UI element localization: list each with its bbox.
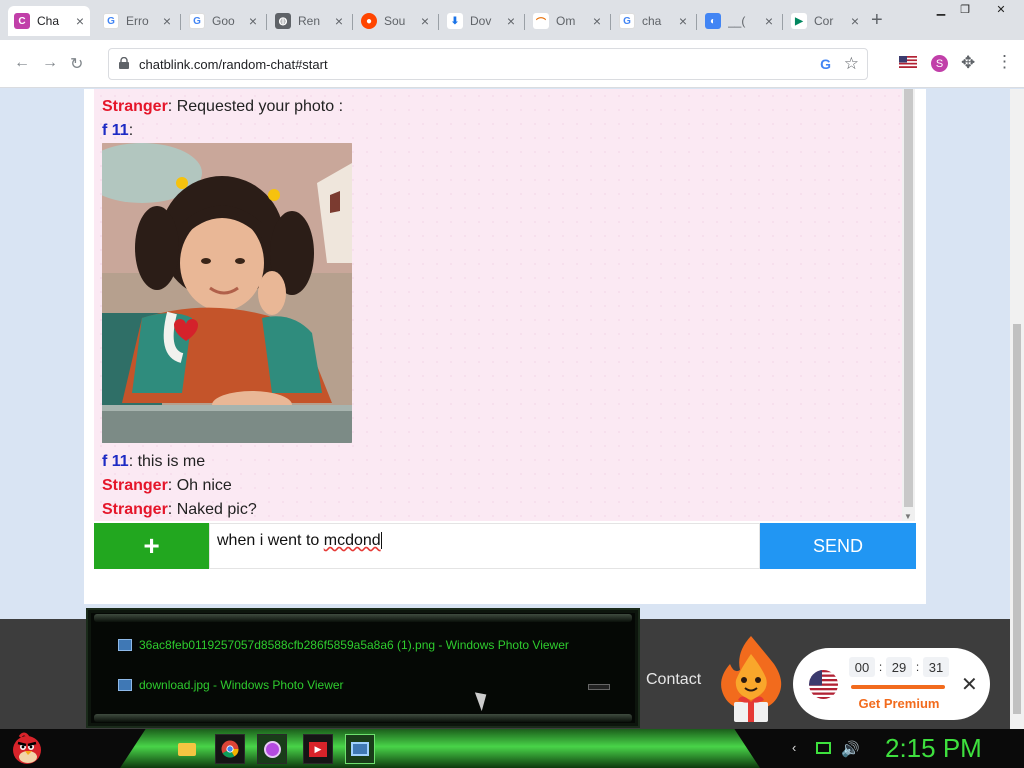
close-window-button[interactable]: ✕ [986, 0, 1016, 18]
misspelled-word: mcdond [323, 532, 381, 549]
url-text: chatblink.com/random-chat#start [139, 57, 328, 72]
get-premium-link[interactable]: Get Premium [849, 696, 949, 711]
flyout-window-item[interactable]: 36ac8feb0119257057d8588cfb286f5859a5a8a6… [118, 638, 569, 652]
google-icon: G [619, 13, 635, 29]
s-extension-icon[interactable]: S [931, 55, 948, 72]
send-button[interactable]: SEND [760, 523, 916, 569]
reload-icon[interactable]: ↻ [70, 54, 83, 74]
browser-tab-strip: C Cha × G Erro × G Goo × ◍ Ren × ● Sou ×… [0, 0, 1024, 40]
tab-cha-search[interactable]: G cha × [613, 6, 693, 36]
volume-icon[interactable]: 🔊 [841, 740, 860, 758]
globe-icon: ◍ [275, 13, 291, 29]
puzzle-extensions-icon[interactable]: ✥ [961, 53, 975, 73]
us-flag-icon [809, 670, 838, 699]
shared-photo[interactable] [102, 143, 352, 443]
timer-minutes: 29 [886, 657, 912, 677]
play-store-icon: ▶ [791, 13, 807, 29]
photo-viewer-taskbar-icon[interactable] [345, 734, 375, 764]
contact-link[interactable]: Contact [646, 671, 701, 689]
restore-window-button[interactable]: ❐ [952, 0, 978, 18]
taskbar-clock[interactable]: 2:15 PM [885, 733, 982, 764]
close-tab-icon[interactable]: × [851, 13, 859, 29]
photo-viewer-icon [118, 679, 132, 691]
text-caret [380, 532, 382, 550]
chat-message: f 11: this is me [102, 453, 206, 470]
tab-chatblink[interactable]: C Cha × [8, 6, 90, 36]
google-icon[interactable]: G [820, 56, 831, 72]
timer-seconds: 31 [923, 657, 949, 677]
close-icon[interactable]: ✕ [961, 672, 978, 697]
close-tab-icon[interactable]: × [163, 13, 171, 29]
tab-lens[interactable]: ◐ __( × [699, 6, 779, 36]
chat-input-row: + when i went to mcdond SEND [94, 523, 916, 569]
chat-message: f 11: [102, 122, 134, 139]
tab-error[interactable]: G Erro × [97, 6, 177, 36]
google-icon: G [103, 13, 119, 29]
tab-ren[interactable]: ◍ Ren × [269, 6, 349, 36]
browser-toolbar: ← → ↻ chatblink.com/random-chat#start G … [0, 40, 1024, 88]
file-explorer-icon[interactable] [172, 734, 202, 764]
back-icon[interactable]: ← [14, 54, 30, 72]
tab-om[interactable]: ⌒ Om × [527, 6, 607, 36]
tab-download[interactable]: ⬇ Dov × [441, 6, 521, 36]
add-media-button[interactable]: + [94, 523, 209, 569]
chat-scrollbar[interactable]: ▼ [902, 89, 915, 521]
chatblink-icon: C [14, 13, 30, 29]
us-flag-extension-icon[interactable] [899, 56, 917, 68]
address-bar[interactable]: chatblink.com/random-chat#start G ☆ [108, 48, 868, 80]
close-tab-icon[interactable]: × [679, 13, 687, 29]
angry-bird-start-icon[interactable] [10, 731, 44, 765]
menu-kebab-icon[interactable]: ⋮ [996, 52, 1013, 72]
chat-message: Stranger: Oh nice [102, 477, 232, 494]
tray-display-icon[interactable] [816, 742, 831, 754]
google-icon: G [189, 13, 205, 29]
page-scrollbar[interactable] [1010, 89, 1024, 729]
tray-chevron-icon[interactable]: ‹ [792, 740, 796, 755]
timer-hours: 00 [849, 657, 875, 677]
close-tab-icon[interactable]: × [421, 13, 429, 29]
flyout-window-item[interactable]: download.jpg - Windows Photo Viewer [118, 678, 344, 692]
tab-reddit[interactable]: ● Sou × [355, 6, 435, 36]
close-tab-icon[interactable]: × [507, 13, 515, 29]
close-tab-icon[interactable]: × [765, 13, 773, 29]
close-tab-icon[interactable]: × [335, 13, 343, 29]
google-lens-icon: ◐ [705, 13, 721, 29]
taskbar-window-flyout: 36ac8feb0119257057d8588cfb286f5859a5a8a6… [86, 608, 640, 728]
close-tab-icon[interactable]: × [593, 13, 601, 29]
bookmark-star-icon[interactable]: ☆ [844, 54, 859, 74]
tab-google[interactable]: G Goo × [183, 6, 263, 36]
close-tab-icon[interactable]: × [76, 13, 84, 29]
scroll-down-arrow-icon[interactable]: ▼ [904, 512, 912, 521]
media-player-icon[interactable]: ▶ [303, 734, 333, 764]
lock-icon [119, 57, 129, 69]
timer-progress-bar [851, 685, 945, 689]
chat-log: Stranger: Requested your photo : f 11: f… [94, 89, 902, 521]
photo-viewer-icon [118, 639, 132, 651]
chat-message: Stranger: Naked pic? [102, 501, 257, 518]
flyout-minimize-button[interactable] [588, 684, 610, 690]
close-tab-icon[interactable]: × [249, 13, 257, 29]
rainbow-icon: ⌒ [533, 13, 549, 29]
purple-app-icon[interactable] [257, 734, 287, 764]
countdown-timer: 00 : 29 : 31 [849, 656, 949, 678]
minimize-window-button[interactable]: ▁ [928, 0, 954, 18]
message-input-value: when i went to mcdond [217, 532, 382, 550]
reddit-icon: ● [361, 13, 377, 29]
chat-message: Stranger: Requested your photo : [102, 98, 344, 115]
flame-mascot-icon [721, 636, 782, 722]
tab-play-store[interactable]: ▶ Cor × [785, 6, 865, 36]
premium-timer-widget: 00 : 29 : 31 Get Premium ✕ [793, 648, 990, 720]
new-tab-button[interactable]: + [871, 9, 883, 32]
chrome-icon[interactable] [215, 734, 245, 764]
download-icon: ⬇ [447, 13, 463, 29]
forward-icon[interactable]: → [42, 54, 58, 72]
